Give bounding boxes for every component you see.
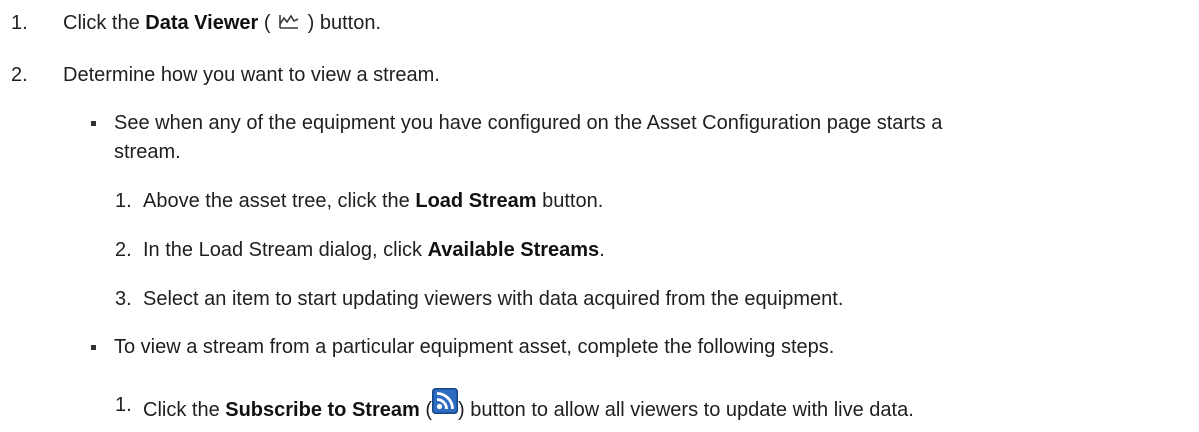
substep-text: Above the asset tree, click the Load Str… xyxy=(143,188,603,214)
substep-text-post: ) button to allow all viewers to update … xyxy=(457,399,914,421)
bullet-text: See when any of the equipment you have c… xyxy=(114,112,943,134)
substep-number: 3. xyxy=(115,288,132,310)
step-text-post: ) button. xyxy=(302,12,381,34)
available-streams-label: Available Streams xyxy=(427,239,600,261)
paren-open: ( xyxy=(419,399,432,421)
substep-text-post: . xyxy=(599,239,605,261)
data-viewer-label: Data Viewer xyxy=(145,12,259,34)
substep-text: In the Load Stream dialog, click Availab… xyxy=(143,237,605,263)
substep-text-pre: Above the asset tree, click the xyxy=(143,190,416,212)
subscribe-to-stream-label: Subscribe to Stream xyxy=(225,399,420,421)
substep-text-post: button. xyxy=(536,190,604,212)
substep-text-pre: In the Load Stream dialog, click xyxy=(143,239,428,261)
bullet-marker xyxy=(91,345,96,350)
substep-text: Click the Subscribe to Stream ( ) button… xyxy=(143,388,914,423)
step-text: Determine how you want to view a stream. xyxy=(63,64,440,86)
data-viewer-icon xyxy=(279,14,299,29)
load-stream-label: Load Stream xyxy=(415,190,537,212)
step-number: 1. xyxy=(11,12,28,34)
step-text-pre: Click the xyxy=(63,12,146,34)
rss-feed-icon xyxy=(431,388,458,414)
substep-number: 1. xyxy=(115,190,132,212)
bullet-text: To view a stream from a particular equip… xyxy=(114,336,835,358)
step-text: Click the Data Viewer ( ) button. xyxy=(63,10,381,36)
step-number: 2. xyxy=(11,64,28,86)
substep-text-pre: Click the xyxy=(143,399,226,421)
substep-number: 2. xyxy=(115,239,132,261)
substep-text: Select an item to start updating viewers… xyxy=(143,288,844,310)
bullet-text: stream. xyxy=(114,141,181,163)
bullet-marker xyxy=(91,121,96,126)
paren-open: ( xyxy=(258,12,271,34)
substep-number: 1. xyxy=(115,394,132,416)
